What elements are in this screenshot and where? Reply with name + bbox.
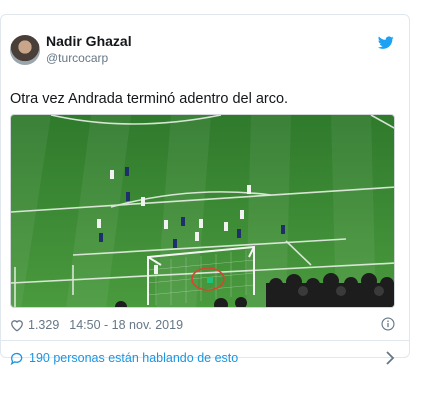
like-count[interactable]: 1.329	[28, 318, 59, 332]
speech-bubble-icon	[10, 352, 23, 365]
author-name[interactable]: Nadir Ghazal	[46, 33, 132, 49]
tweet-card[interactable]: Nadir Ghazal @turcocarp Otra vez Andrada…	[0, 14, 410, 365]
tweet-meta-row: 1.329 14:50 - 18 nov. 2019	[10, 317, 395, 333]
tweet-media-photo[interactable]	[10, 114, 395, 308]
info-icon[interactable]	[381, 317, 395, 331]
heart-icon[interactable]	[10, 319, 24, 332]
tweet-timestamp[interactable]: 14:50 - 18 nov. 2019	[69, 318, 183, 332]
conversation-link[interactable]: 190 personas están hablando de esto	[10, 350, 395, 366]
avatar[interactable]	[10, 35, 40, 65]
tweet-text: Otra vez Andrada terminó adentro del arc…	[10, 91, 289, 107]
conversation-text[interactable]: 190 personas están hablando de esto	[29, 351, 238, 365]
divider	[1, 340, 409, 341]
twitter-bird-icon[interactable]	[378, 36, 394, 50]
author-handle[interactable]: @turcocarp	[46, 51, 108, 65]
football-pitch-photo	[11, 115, 394, 307]
chevron-right-icon[interactable]	[385, 351, 395, 365]
